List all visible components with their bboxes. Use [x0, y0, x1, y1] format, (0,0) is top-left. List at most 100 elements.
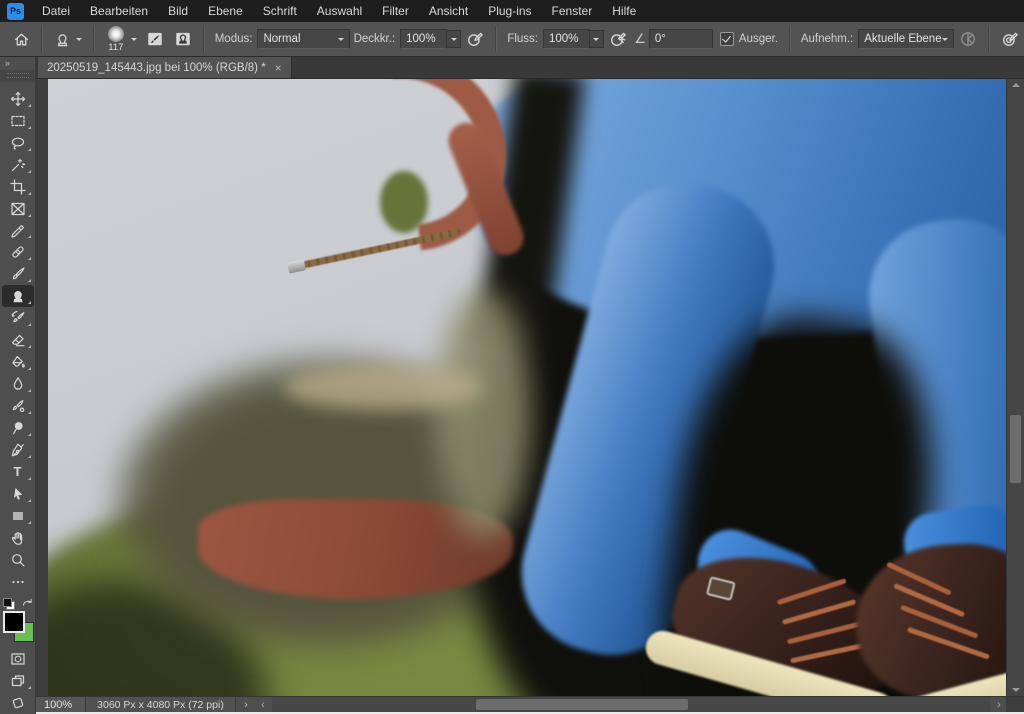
angle-input[interactable]: 0°: [649, 29, 713, 49]
menu-bild[interactable]: Bild: [158, 0, 198, 22]
scrollbar-corner: [1006, 697, 1024, 712]
menu-bearbeiten[interactable]: Bearbeiten: [80, 0, 158, 22]
tool-smudge[interactable]: [2, 395, 34, 417]
blend-mode-select[interactable]: Normal: [257, 29, 349, 49]
soft-brush-preview-icon: [108, 26, 124, 42]
tool-zoom[interactable]: [2, 549, 34, 571]
chevron-down-icon: [451, 38, 457, 44]
scroll-left-arrow[interactable]: ‹: [256, 699, 270, 711]
clone-source-panel-icon: [174, 30, 192, 48]
tool-paint-bucket[interactable]: [2, 351, 34, 373]
pressure-opacity-icon: [466, 30, 484, 48]
frame-icon: [10, 201, 26, 217]
brush-size-value: 117: [108, 43, 123, 53]
tilted-square-icon: [10, 695, 26, 711]
angle-value: 0°: [655, 33, 666, 45]
tool-move[interactable]: [2, 88, 34, 110]
vertical-scrollbar-thumb[interactable]: [1010, 415, 1021, 483]
flow-input[interactable]: 100%: [543, 29, 590, 49]
screen-mode-icon: [10, 673, 26, 689]
document-tab[interactable]: 20250519_145443.jpg bei 100% (RGB/8) * ×: [38, 57, 292, 78]
toggle-clone-source-button[interactable]: [169, 25, 197, 53]
toolbar-collapse-button[interactable]: »: [0, 57, 35, 70]
tool-brush[interactable]: [2, 263, 34, 285]
document-canvas[interactable]: [48, 79, 1006, 696]
vertical-scrollbar[interactable]: [1006, 79, 1024, 696]
tool-pen[interactable]: [2, 439, 34, 461]
tool-rectangle[interactable]: [2, 505, 34, 527]
aligned-label: Ausger.: [739, 33, 778, 45]
menu-hilfe[interactable]: Hilfe: [602, 0, 646, 22]
menu-ansicht[interactable]: Ansicht: [419, 0, 478, 22]
aligned-checkbox[interactable]: Ausger.: [715, 25, 783, 53]
options-divider: [988, 26, 990, 52]
tool-object-selection[interactable]: [2, 154, 34, 176]
tool-preset-picker[interactable]: [49, 25, 87, 53]
photoshop-logo-icon[interactable]: Ps: [7, 3, 24, 20]
tool-hand[interactable]: [2, 527, 34, 549]
tool-crop[interactable]: [2, 176, 34, 198]
menu-filter[interactable]: Filter: [372, 0, 419, 22]
airbrush-toggle-button[interactable]: [604, 25, 632, 53]
menu-auswahl[interactable]: Auswahl: [307, 0, 372, 22]
tool-eyedropper[interactable]: [2, 220, 34, 242]
ellipsis-icon: [10, 574, 26, 590]
brush-preset-picker[interactable]: 117: [103, 25, 129, 53]
status-menu-chevron[interactable]: ›: [236, 699, 256, 711]
photo-bag-shade-right: [436, 289, 531, 539]
tool-spot-healing-brush[interactable]: [2, 241, 34, 263]
tool-path-selection[interactable]: [2, 483, 34, 505]
scroll-right-arrow[interactable]: ›: [992, 699, 1006, 711]
tool-frame[interactable]: [2, 198, 34, 220]
screen-mode-button[interactable]: [2, 670, 34, 692]
angle-icon: ∠: [634, 31, 646, 47]
flow-dropdown-button[interactable]: [590, 30, 605, 48]
opacity-label: Deckkr.:: [354, 33, 396, 45]
tablet-pressure-opacity-button[interactable]: [461, 25, 489, 53]
scroll-up-icon[interactable]: [1012, 83, 1020, 87]
menu-fenster[interactable]: Fenster: [542, 0, 603, 22]
tool-blur[interactable]: [2, 373, 34, 395]
tab-close-button[interactable]: ×: [275, 62, 282, 74]
horizontal-scrollbar-thumb[interactable]: [476, 699, 688, 710]
default-colors-icon[interactable]: [3, 598, 15, 610]
photo-right-shoe: [842, 528, 1006, 696]
tablet-pressure-size-button[interactable]: [996, 25, 1024, 53]
horizontal-scrollbar[interactable]: [272, 697, 990, 712]
tool-lasso[interactable]: [2, 132, 34, 154]
clone-stamp-icon: [10, 288, 26, 304]
crop-icon: [10, 179, 26, 195]
water-drop-icon: [10, 376, 26, 392]
zoom-level-field[interactable]: 100%: [36, 697, 86, 712]
ignore-adjustment-layers-button[interactable]: [954, 25, 982, 53]
opacity-value: 100%: [406, 33, 435, 45]
toggle-brush-settings-button[interactable]: [141, 25, 169, 53]
tool-clone-stamp[interactable]: [2, 285, 34, 307]
document-info[interactable]: 3060 Px x 4080 Px (72 ppi): [86, 697, 236, 712]
brush-angle-control[interactable]: ∠ 0°: [632, 25, 715, 53]
menu-plugins[interactable]: Plug-ins: [478, 0, 541, 22]
sample-select[interactable]: Aktuelle Ebene: [858, 29, 954, 49]
tool-rectangular-marquee[interactable]: [2, 110, 34, 132]
tool-type[interactable]: T: [2, 461, 34, 483]
home-button[interactable]: [8, 25, 35, 53]
options-divider: [789, 26, 791, 52]
menu-schrift[interactable]: Schrift: [253, 0, 307, 22]
menu-datei[interactable]: Datei: [32, 0, 80, 22]
menu-ebene[interactable]: Ebene: [198, 0, 253, 22]
opacity-dropdown-button[interactable]: [447, 30, 462, 48]
device-preview-button[interactable]: [2, 692, 34, 714]
move-icon: [10, 91, 26, 107]
scroll-down-icon[interactable]: [1012, 688, 1020, 692]
document-info-value: 3060 Px x 4080 Px (72 ppi): [97, 699, 224, 711]
status-bar: 100% 3060 Px x 4080 Px (72 ppi) › ‹ ›: [36, 696, 1024, 712]
tool-eraser[interactable]: [2, 329, 34, 351]
foreground-color-swatch[interactable]: [3, 611, 25, 633]
options-divider: [93, 26, 95, 52]
opacity-input[interactable]: 100%: [400, 29, 447, 49]
toolbar-grip-handle[interactable]: [0, 70, 35, 82]
quick-mask-button[interactable]: [2, 648, 34, 670]
tool-dodge[interactable]: [2, 417, 34, 439]
tool-history-brush[interactable]: [2, 307, 34, 329]
edit-toolbar-button[interactable]: [2, 571, 34, 593]
